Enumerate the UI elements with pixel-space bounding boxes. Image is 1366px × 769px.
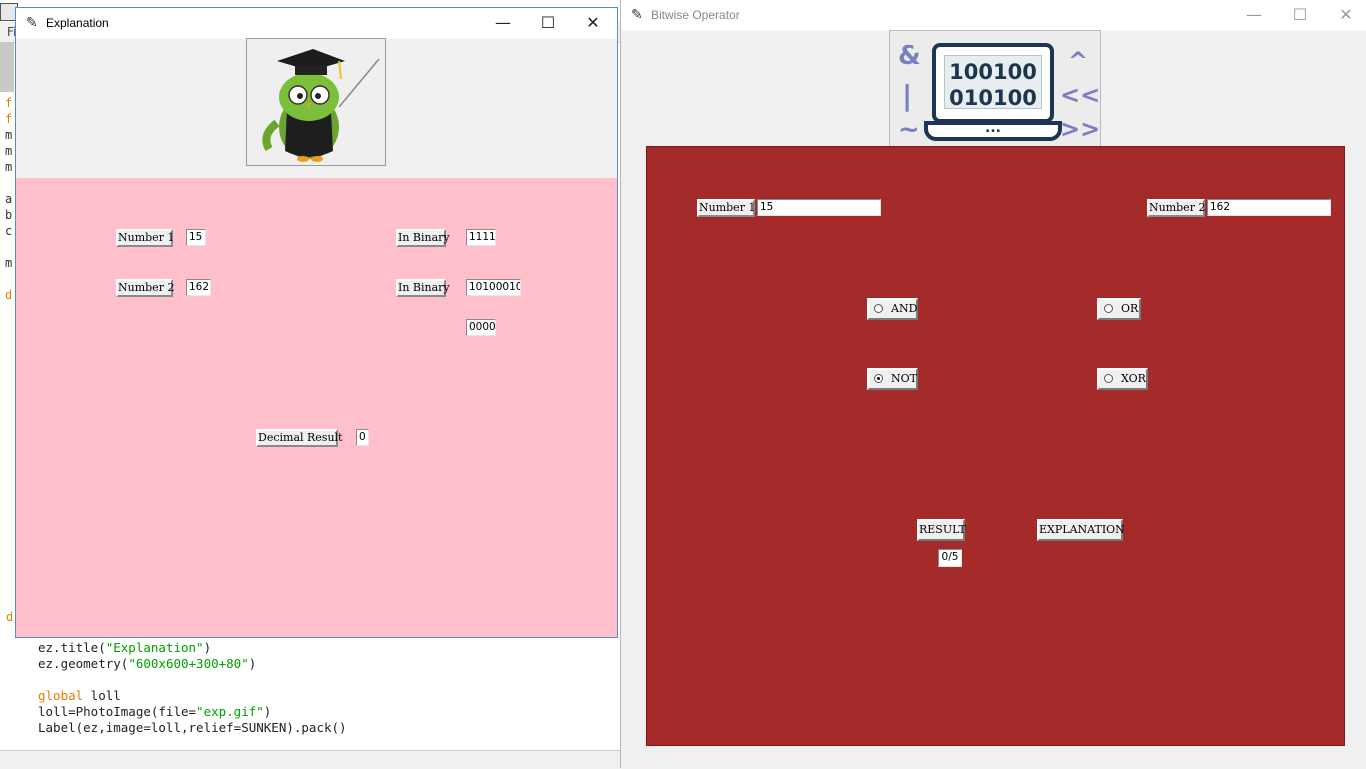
radio-xor-indicator xyxy=(1104,374,1113,383)
gutter-line xyxy=(0,272,14,288)
binary2-value: 10100010 xyxy=(466,279,521,296)
close-button[interactable]: ✕ xyxy=(1323,0,1366,30)
binary1-value: 1111 xyxy=(466,229,496,246)
number1-input[interactable]: 15 xyxy=(757,199,881,216)
editor-code[interactable]: ez.title("Explanation") ez.geometry("600x… xyxy=(38,640,347,736)
code-line: Label(ez,image=loll,relief=SUNKEN).pack(… xyxy=(38,720,347,735)
maximize-button[interactable]: ☐ xyxy=(525,8,571,38)
laptop-base: ... xyxy=(924,121,1062,141)
explanation-window: ✎ Explanation — ☐ ✕ Number 1 15 Number 2… xyxy=(15,7,618,638)
number2-input[interactable]: 162 xyxy=(1207,199,1331,216)
shift-right-symbol: >> xyxy=(1060,115,1101,143)
radio-and-indicator xyxy=(874,304,883,313)
gutter-line: f xyxy=(5,112,13,126)
xor-symbol: ^ xyxy=(1068,47,1089,75)
minimize-button[interactable]: — xyxy=(1231,0,1277,30)
editor-visible-line-starts: ffmmm abc m d xyxy=(0,96,14,304)
result-output: 0/5 xyxy=(938,549,962,567)
code-line: ez.geometry("600x600+300+80") xyxy=(38,656,257,671)
owl-graduate-image xyxy=(246,38,386,166)
gutter-line: c xyxy=(5,224,13,238)
radio-and[interactable]: AND xyxy=(867,298,918,320)
explanation-titlebar: ✎ Explanation — ☐ ✕ xyxy=(16,8,617,39)
editor-statusbar xyxy=(0,750,620,769)
binary-line-2: 010100 xyxy=(949,86,1037,110)
close-button[interactable]: ✕ xyxy=(570,8,616,38)
code-line: loll=PhotoImage(file="exp.gif") xyxy=(38,704,272,719)
bitwise-operator-window: ✎ Bitwise Operator — ☐ ✕ & | ~ ^ << >> 1… xyxy=(620,0,1366,768)
editor-line-fragment: d xyxy=(6,610,14,624)
or-symbol: | xyxy=(902,79,913,112)
and-symbol: & xyxy=(898,41,921,71)
radio-and-label: AND xyxy=(891,302,918,315)
tk-feather-icon: ✎ xyxy=(26,15,38,31)
number2-label: Number 2 xyxy=(116,279,174,297)
decimal-result-value: 0 xyxy=(356,429,369,446)
gutter-line xyxy=(0,176,14,192)
binary2-label: In Binary xyxy=(396,279,450,297)
gutter-line: a xyxy=(5,192,13,206)
radio-or-indicator xyxy=(1104,304,1113,313)
owl-graduate-icon xyxy=(262,49,380,162)
explanation-panel: Number 1 15 Number 2 162 In Binary 1111 … xyxy=(16,178,617,637)
gutter-line: f xyxy=(5,96,13,110)
radio-or-label: OR xyxy=(1121,302,1139,315)
banner-image: & | ~ ^ << >> 100100 010100 ... xyxy=(889,30,1101,148)
code-line: ez.title("Explanation") xyxy=(38,640,212,655)
operator-panel: Number 1 15 Number 2 162 AND OR NOT XOR … xyxy=(646,146,1345,746)
shift-left-symbol: << xyxy=(1060,81,1101,109)
window-title: Bitwise Operator xyxy=(651,8,740,22)
code-line: global loll xyxy=(38,688,121,703)
tk-feather-icon: ✎ xyxy=(631,7,643,23)
binary-result-value: 0000 xyxy=(466,319,496,336)
gutter-line: m xyxy=(5,160,13,174)
number1-label: Number 1 xyxy=(116,229,174,247)
radio-not-indicator-selected xyxy=(874,374,883,383)
bitwise-titlebar: ✎ Bitwise Operator — ☐ ✕ xyxy=(621,0,1366,31)
result-button[interactable]: RESULT xyxy=(917,519,966,541)
gutter-line xyxy=(0,240,14,256)
gutter-line: m xyxy=(5,256,13,270)
radio-not-label: NOT xyxy=(891,372,917,385)
minimize-button[interactable]: — xyxy=(480,8,526,38)
maximize-button[interactable]: ☐ xyxy=(1277,0,1323,30)
radio-xor[interactable]: XOR xyxy=(1097,368,1148,390)
gutter-line: m xyxy=(5,144,13,158)
editor-toolbar xyxy=(0,42,14,92)
gutter-line: b xyxy=(5,208,13,222)
number1-label: Number 1 xyxy=(697,199,755,217)
binary1-label: In Binary xyxy=(396,229,450,247)
gutter-line: m xyxy=(5,128,13,142)
radio-or[interactable]: OR xyxy=(1097,298,1141,320)
radio-xor-label: XOR xyxy=(1121,372,1146,385)
number2-label: Number 2 xyxy=(1147,199,1205,217)
laptop-icon: 100100 010100 xyxy=(932,43,1054,123)
decimal-result-label: Decimal Result xyxy=(256,429,342,447)
explanation-button[interactable]: EXPLANATION xyxy=(1037,519,1125,541)
window-title: Explanation xyxy=(46,16,109,30)
not-symbol: ~ xyxy=(898,115,920,145)
binary-line-1: 100100 xyxy=(949,60,1037,84)
radio-not[interactable]: NOT xyxy=(867,368,918,390)
gutter-line: d xyxy=(5,288,13,302)
number1-value: 15 xyxy=(186,229,206,246)
number2-value: 162 xyxy=(186,279,211,296)
